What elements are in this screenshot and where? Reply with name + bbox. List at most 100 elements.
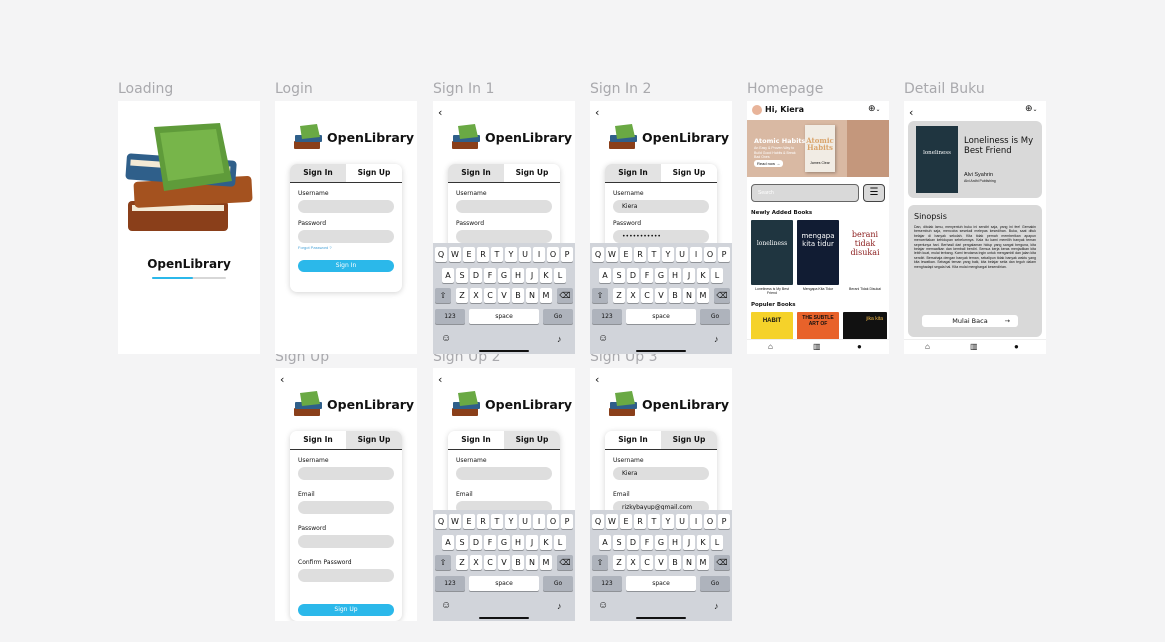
key-r[interactable]: R: [477, 514, 489, 529]
key-k[interactable]: K: [697, 535, 709, 550]
key-z[interactable]: Z: [613, 288, 625, 303]
space-key[interactable]: space: [626, 309, 696, 324]
key-g[interactable]: G: [498, 535, 510, 550]
key-o[interactable]: O: [547, 514, 559, 529]
shift-key[interactable]: ⇧: [592, 288, 608, 303]
key-x[interactable]: X: [470, 288, 482, 303]
globe-icon[interactable]: ⊕⌄: [1025, 104, 1038, 114]
delete-key[interactable]: ⌫: [557, 555, 573, 570]
key-m[interactable]: M: [540, 555, 552, 570]
key-k[interactable]: K: [697, 268, 709, 283]
go-key[interactable]: Go: [700, 309, 730, 324]
key-c[interactable]: C: [484, 555, 496, 570]
key-f[interactable]: F: [484, 535, 496, 550]
key-w[interactable]: W: [449, 514, 461, 529]
key-r[interactable]: R: [477, 247, 489, 262]
emoji-icon[interactable]: ☺: [441, 333, 451, 344]
key-b[interactable]: B: [512, 555, 524, 570]
tab-signin[interactable]: Sign In: [290, 164, 346, 182]
password-input[interactable]: [456, 230, 552, 243]
username-input[interactable]: [298, 200, 394, 213]
username-input[interactable]: [456, 467, 552, 480]
filter-icon[interactable]: ☰: [863, 184, 885, 202]
read-now-button[interactable]: Read now →: [754, 160, 784, 167]
space-key[interactable]: space: [469, 309, 539, 324]
tab-signup[interactable]: Sign Up: [504, 431, 560, 449]
key-t[interactable]: T: [648, 247, 660, 262]
key-a[interactable]: A: [599, 535, 611, 550]
delete-key[interactable]: ⌫: [714, 288, 730, 303]
key-m[interactable]: M: [540, 288, 552, 303]
book-cover[interactable]: loneliness: [751, 220, 793, 285]
book-cover[interactable]: mengapa kita tidur: [797, 220, 839, 285]
microphone-icon[interactable]: ♪: [714, 601, 719, 611]
key-n[interactable]: N: [683, 288, 695, 303]
key-g[interactable]: G: [498, 268, 510, 283]
shift-key[interactable]: ⇧: [592, 555, 608, 570]
key-u[interactable]: U: [519, 514, 531, 529]
key-u[interactable]: U: [676, 514, 688, 529]
key-e[interactable]: E: [620, 247, 632, 262]
key-t[interactable]: T: [491, 247, 503, 262]
tab-signup[interactable]: Sign Up: [504, 164, 560, 182]
popular-book-cover[interactable]: THE SUBTLE ART OF: [797, 312, 839, 340]
key-l[interactable]: L: [554, 535, 566, 550]
key-x[interactable]: X: [470, 555, 482, 570]
key-l[interactable]: L: [711, 268, 723, 283]
key-j[interactable]: J: [526, 268, 538, 283]
key-h[interactable]: H: [512, 268, 524, 283]
numbers-key[interactable]: 123: [435, 309, 465, 324]
key-a[interactable]: A: [442, 268, 454, 283]
tab-signup[interactable]: Sign Up: [346, 164, 402, 182]
key-o[interactable]: O: [547, 247, 559, 262]
tab-signin[interactable]: Sign In: [448, 431, 504, 449]
key-s[interactable]: S: [613, 268, 625, 283]
go-key[interactable]: Go: [543, 309, 573, 324]
back-icon[interactable]: ‹: [438, 373, 442, 386]
key-v[interactable]: V: [498, 288, 510, 303]
numbers-key[interactable]: 123: [592, 576, 622, 591]
avatar[interactable]: [752, 105, 762, 115]
tab-signin[interactable]: Sign In: [290, 431, 346, 449]
key-n[interactable]: N: [526, 288, 538, 303]
key-f[interactable]: F: [641, 268, 653, 283]
key-a[interactable]: A: [442, 535, 454, 550]
key-m[interactable]: M: [697, 288, 709, 303]
key-a[interactable]: A: [599, 268, 611, 283]
popular-book-cover[interactable]: HABIT: [751, 312, 793, 340]
confirm-password-input[interactable]: [298, 569, 394, 582]
key-t[interactable]: T: [491, 514, 503, 529]
key-g[interactable]: G: [655, 268, 667, 283]
key-f[interactable]: F: [641, 535, 653, 550]
key-e[interactable]: E: [463, 247, 475, 262]
key-s[interactable]: S: [456, 535, 468, 550]
key-j[interactable]: J: [683, 268, 695, 283]
numbers-key[interactable]: 123: [592, 309, 622, 324]
key-n[interactable]: N: [683, 555, 695, 570]
key-v[interactable]: V: [655, 555, 667, 570]
go-key[interactable]: Go: [700, 576, 730, 591]
key-l[interactable]: L: [711, 535, 723, 550]
key-c[interactable]: C: [484, 288, 496, 303]
key-d[interactable]: D: [470, 268, 482, 283]
signin-button[interactable]: Sign In: [298, 260, 394, 272]
emoji-icon[interactable]: ☺: [598, 600, 608, 611]
key-h[interactable]: H: [512, 535, 524, 550]
key-i[interactable]: I: [690, 514, 702, 529]
featured-banner[interactable]: Atomic Habits An Easy & Proven Way to Bu…: [747, 120, 889, 177]
numbers-key[interactable]: 123: [435, 576, 465, 591]
key-x[interactable]: X: [627, 555, 639, 570]
key-u[interactable]: U: [519, 247, 531, 262]
emoji-icon[interactable]: ☺: [441, 600, 451, 611]
username-input[interactable]: [456, 200, 552, 213]
key-i[interactable]: I: [533, 514, 545, 529]
key-z[interactable]: Z: [613, 555, 625, 570]
key-f[interactable]: F: [484, 268, 496, 283]
key-u[interactable]: U: [676, 247, 688, 262]
key-y[interactable]: Y: [505, 247, 517, 262]
profile-icon[interactable]: ●: [1014, 342, 1019, 351]
back-icon[interactable]: ‹: [595, 106, 599, 119]
key-k[interactable]: K: [540, 268, 552, 283]
key-r[interactable]: R: [634, 514, 646, 529]
space-key[interactable]: space: [469, 576, 539, 591]
